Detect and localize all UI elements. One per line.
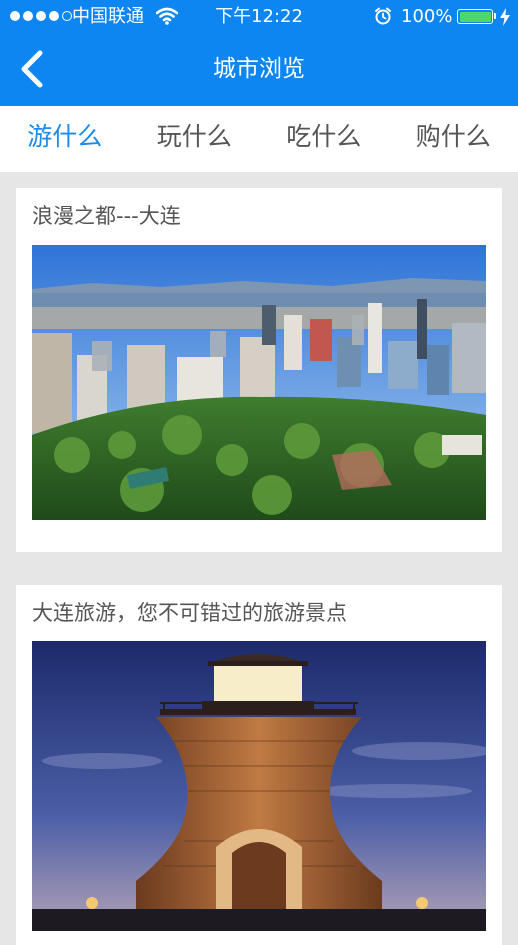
article-card[interactable]: 大连旅游，您不可错过的旅游景点 [16, 585, 502, 945]
battery-tip [494, 13, 496, 19]
tab-shopping[interactable]: 购什么 [389, 106, 518, 172]
battery-icon [457, 9, 493, 24]
page-title: 城市浏览 [0, 54, 518, 84]
article-card[interactable]: 浪漫之都---大连 [16, 188, 502, 552]
tab-food[interactable]: 吃什么 [259, 106, 389, 172]
tab-sightseeing[interactable]: 游什么 [0, 106, 130, 172]
lighthouse-at-dusk-photo [32, 641, 486, 931]
alarm-clock-icon [374, 7, 392, 29]
category-tabs: 游什么 玩什么 吃什么 购什么 [0, 106, 518, 172]
charging-bolt-icon [499, 8, 511, 30]
article-title: 大连旅游，您不可错过的旅游景点 [32, 599, 347, 627]
status-bar: 中国联通 下午12:22 100% [0, 0, 518, 34]
tab-entertainment[interactable]: 玩什么 [130, 106, 260, 172]
dalian-city-skyline-photo [32, 245, 486, 520]
battery-percent: 100% [401, 6, 452, 28]
navigation-bar: 城市浏览 [0, 34, 518, 106]
article-title: 浪漫之都---大连 [32, 202, 181, 230]
top-header: 中国联通 下午12:22 100% [0, 0, 518, 106]
